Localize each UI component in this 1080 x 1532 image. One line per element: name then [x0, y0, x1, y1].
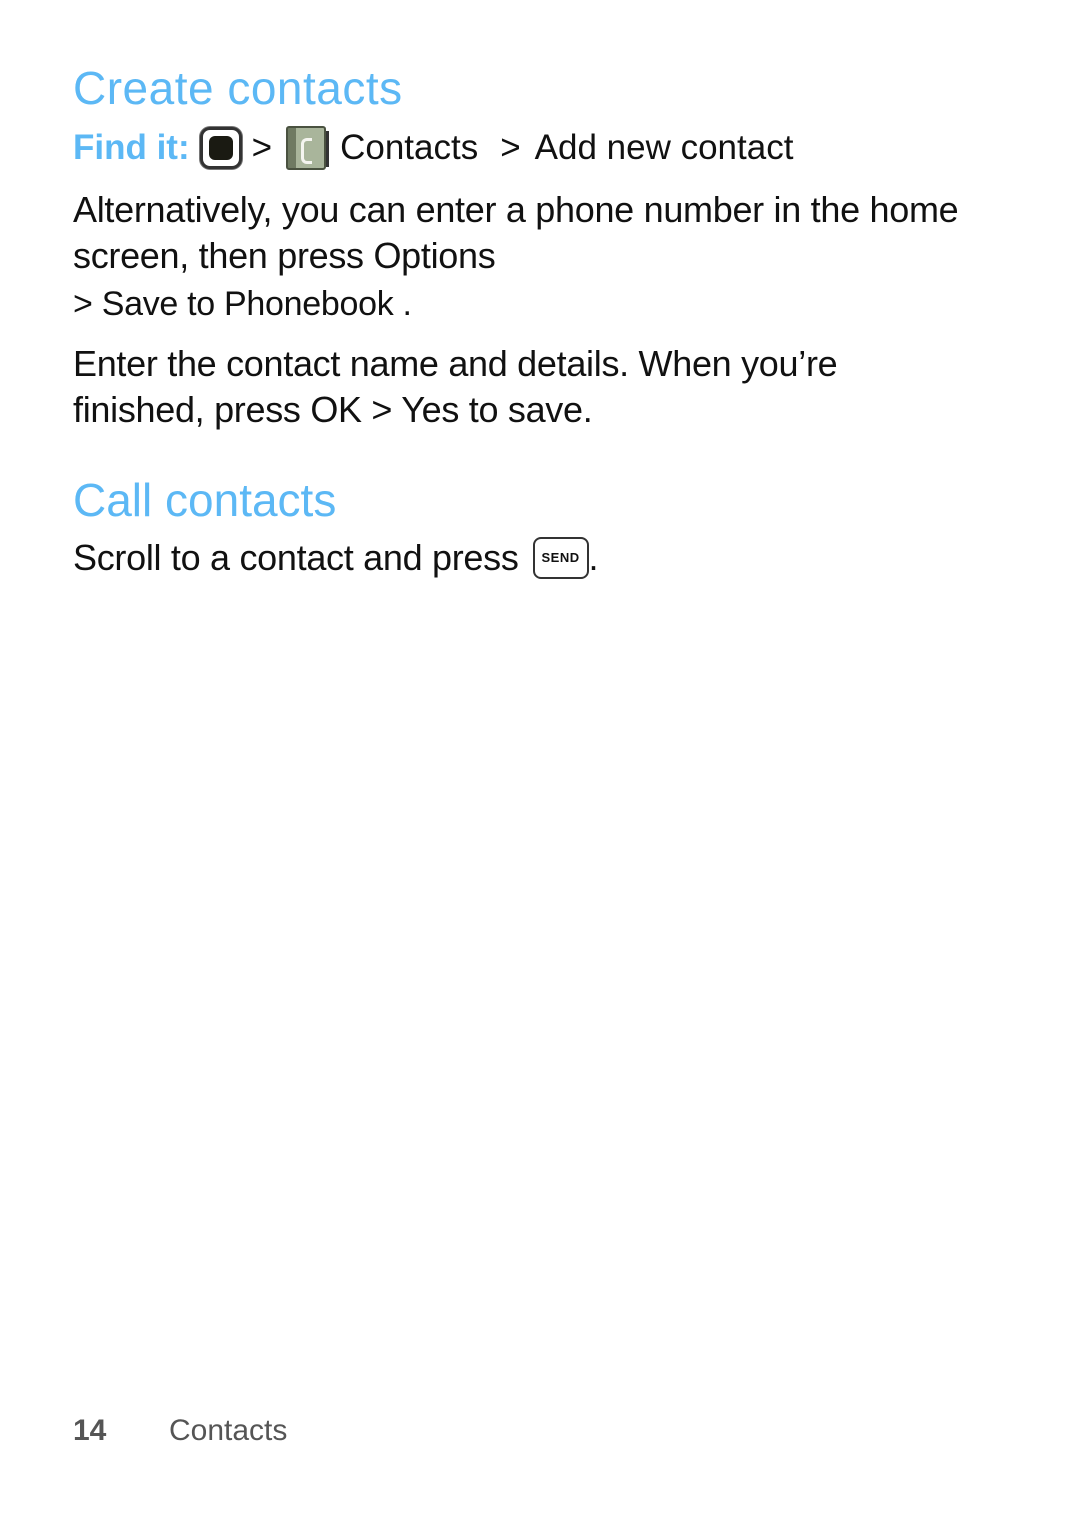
call-contacts-heading: Call contacts [73, 474, 337, 526]
call-instruction-text: Scroll to a contact and press [73, 537, 519, 578]
path-step-contacts: Contacts [340, 128, 479, 167]
path-separator: > [251, 128, 273, 167]
page-number: 14 [73, 1414, 107, 1447]
call-contacts-instructions: Scroll to a contact and press SEND . [73, 535, 973, 581]
alternative-instructions: Alternatively, you can enter a phone num… [73, 189, 959, 276]
path-step-add-new-contact: Add new contact [534, 128, 794, 167]
create-contacts-heading: Create contacts [73, 62, 403, 114]
enter-details-instructions: Enter the contact name and details. When… [73, 343, 838, 430]
trailing-period: . [588, 537, 599, 578]
find-it-path: Find it: > Contacts > Add new contact [73, 122, 793, 174]
chapter-name: Contacts [169, 1414, 288, 1447]
menu-key-icon [199, 127, 242, 169]
find-it-label: Find it: [73, 128, 190, 167]
send-key-icon: SEND [532, 537, 589, 579]
contacts-app-icon [286, 126, 330, 170]
page-footer: 14 Contacts [73, 1414, 287, 1448]
path-separator: > [500, 128, 521, 167]
save-to-phonebook-step: > Save to Phonebook . [73, 285, 412, 323]
